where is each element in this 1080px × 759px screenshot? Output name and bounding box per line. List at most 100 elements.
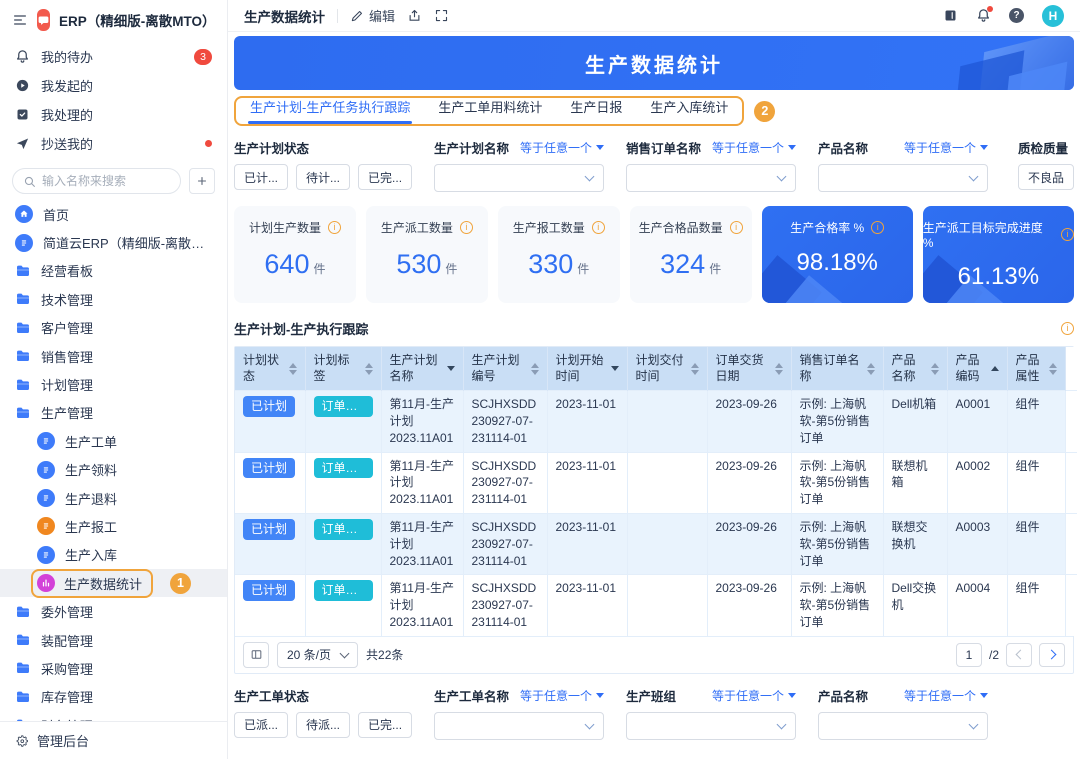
sidebar-item-production-report[interactable]: 生产报工 [0, 512, 227, 540]
sidebar-item-production-picking[interactable]: 生产领料 [0, 456, 227, 484]
search-input[interactable] [42, 174, 170, 188]
sidebar-item-tech-mgmt[interactable]: 技术管理 [0, 285, 227, 313]
operator-link[interactable]: 等于任意一个 [904, 139, 988, 156]
sidebar-search-box[interactable] [12, 168, 181, 194]
user-avatar[interactable]: H [1042, 5, 1064, 27]
sidebar-item-label: 生产管理 [41, 403, 93, 422]
status-filter-button[interactable]: 已完... [358, 712, 412, 738]
sort-icon[interactable] [289, 363, 297, 375]
operator-link[interactable]: 等于任意一个 [712, 139, 796, 156]
info-icon[interactable] [730, 221, 743, 234]
operator-link[interactable]: 等于任意一个 [520, 687, 604, 704]
column-header[interactable]: 计划交付时间 [627, 347, 707, 391]
notifications-button[interactable] [976, 8, 991, 23]
collapse-sidebar-icon[interactable] [12, 12, 28, 28]
tab-plan-task-tracking[interactable]: 生产计划-生产任务执行跟踪 [250, 96, 410, 124]
column-header[interactable]: 订单交货日期 [707, 347, 791, 391]
table-row[interactable]: 已计划 订单计... 第11月-生产计划 2023.11A01 SCJHXSDD… [235, 513, 1077, 574]
filter-workorder-status: 生产工单状态 已派... 待派... 已完... [234, 686, 412, 740]
column-header[interactable]: 计划开始时间 [547, 347, 627, 391]
table-row[interactable]: 已计划 订单计... 第11月-生产计划 2023.11A01 SCJHXSDD… [235, 391, 1077, 452]
sort-icon[interactable] [365, 363, 373, 375]
column-header[interactable]: 产品编码 [947, 347, 1007, 391]
sort-icon[interactable] [691, 363, 699, 375]
prev-page-button[interactable] [1006, 643, 1032, 667]
column-header[interactable]: 生产计划编号 [463, 347, 547, 391]
status-filter-button[interactable]: 已计... [234, 164, 288, 190]
operator-link[interactable]: 等于任意一个 [904, 687, 988, 704]
tab-inbound-stats[interactable]: 生产入库统计 [650, 96, 728, 124]
sidebar-item-home[interactable]: 首页 [0, 200, 227, 228]
product-name-select[interactable] [818, 164, 988, 192]
sidebar-item-production-return[interactable]: 生产退料 [0, 484, 227, 512]
sidebar-item-business-board[interactable]: 经营看板 [0, 257, 227, 285]
edit-button[interactable]: 编辑 [350, 6, 395, 25]
sort-icon[interactable] [531, 363, 539, 375]
help-button[interactable] [1009, 8, 1024, 23]
table-row[interactable]: 已计划 订单计... 第11月-生产计划 2023.11A01 SCJHXSDD… [235, 452, 1077, 513]
column-header[interactable]: 销售订单名称 [791, 347, 883, 391]
scrollbar-track[interactable] [1065, 347, 1077, 391]
sort-icon[interactable] [775, 363, 783, 375]
sidebar-item-inventory-mgmt[interactable]: 库存管理 [0, 683, 227, 711]
sidebar-item-production-workorder[interactable]: 生产工单 [0, 427, 227, 455]
column-settings-button[interactable] [243, 642, 269, 668]
workorder-name-select[interactable] [434, 712, 604, 740]
product-name-select-2[interactable] [818, 712, 988, 740]
column-header[interactable]: 计划标签 [305, 347, 381, 391]
info-icon[interactable] [1061, 322, 1074, 335]
sidebar-item-my-initiated[interactable]: 我发起的 [0, 71, 227, 100]
panel-toggle-button[interactable] [943, 8, 958, 23]
team-select[interactable] [626, 712, 796, 740]
operator-link[interactable]: 等于任意一个 [712, 687, 796, 704]
add-app-button[interactable] [189, 168, 215, 194]
sidebar-item-customer-mgmt[interactable]: 客户管理 [0, 314, 227, 342]
sidebar-item-production-stats[interactable]: 生产数据统计 1 [0, 569, 227, 597]
fullscreen-button[interactable] [434, 8, 449, 23]
sidebar-item-outsourcing-mgmt[interactable]: 委外管理 [0, 597, 227, 625]
sort-icon[interactable] [447, 366, 455, 371]
share-button[interactable] [407, 8, 422, 23]
table-row[interactable]: 已计划 订单计... 第11月-生产计划 2023.11A01 SCJHXSDD… [235, 575, 1077, 636]
tab-production-daily[interactable]: 生产日报 [570, 96, 622, 124]
admin-console-link[interactable]: 管理后台 [0, 721, 227, 759]
sidebar-item-purchase-mgmt[interactable]: 采购管理 [0, 654, 227, 682]
info-icon[interactable] [460, 221, 473, 234]
sort-icon[interactable] [1049, 363, 1057, 375]
tab-workorder-material-stats[interactable]: 生产工单用料统计 [438, 96, 542, 124]
column-header[interactable]: 计划状态 [235, 347, 305, 391]
status-filter-button[interactable]: 已派... [234, 712, 288, 738]
sort-icon[interactable] [867, 363, 875, 375]
info-icon[interactable] [328, 221, 341, 234]
sidebar-item-jdy-erp[interactable]: 简道云ERP（精细版-离散MTO）「... [0, 228, 227, 256]
sidebar-item-my-processed[interactable]: 我处理的 [0, 100, 227, 129]
plan-name-select[interactable] [434, 164, 604, 192]
defective-filter-button[interactable]: 不良品 [1018, 164, 1074, 190]
operator-link[interactable]: 等于任意一个 [520, 139, 604, 156]
info-icon[interactable] [592, 221, 605, 234]
sidebar-item-assembly-mgmt[interactable]: 装配管理 [0, 626, 227, 654]
sales-order-select[interactable] [626, 164, 796, 192]
column-header[interactable]: 产品名称 [883, 347, 947, 391]
current-page-input[interactable]: 1 [956, 643, 982, 667]
sort-icon[interactable] [931, 363, 939, 375]
info-icon[interactable] [1061, 228, 1074, 241]
column-header[interactable]: 产品属性 [1007, 347, 1065, 391]
status-filter-button[interactable]: 已完... [358, 164, 412, 190]
next-page-button[interactable] [1039, 643, 1065, 667]
sidebar-item-label: 生产报工 [65, 517, 117, 536]
column-header[interactable]: 生产计划名称 [381, 347, 463, 391]
sort-icon[interactable] [611, 366, 619, 371]
sidebar-item-sales-mgmt[interactable]: 销售管理 [0, 342, 227, 370]
status-filter-button[interactable]: 待派... [296, 712, 350, 738]
sidebar-item-cc-to-me[interactable]: 抄送我的 [0, 129, 227, 158]
sidebar-item-plan-mgmt[interactable]: 计划管理 [0, 370, 227, 398]
sidebar-item-production-inbound[interactable]: 生产入库 [0, 541, 227, 569]
sort-icon[interactable] [991, 366, 999, 371]
sidebar-item-finance-mgmt[interactable]: 财务管理 [0, 711, 227, 721]
sidebar-item-production-mgmt[interactable]: 生产管理 [0, 399, 227, 427]
page-size-select[interactable]: 20 条/页 [277, 642, 358, 668]
status-filter-button[interactable]: 待计... [296, 164, 350, 190]
info-icon[interactable] [871, 221, 884, 234]
sidebar-item-my-todo[interactable]: 我的待办 3 [0, 42, 227, 71]
